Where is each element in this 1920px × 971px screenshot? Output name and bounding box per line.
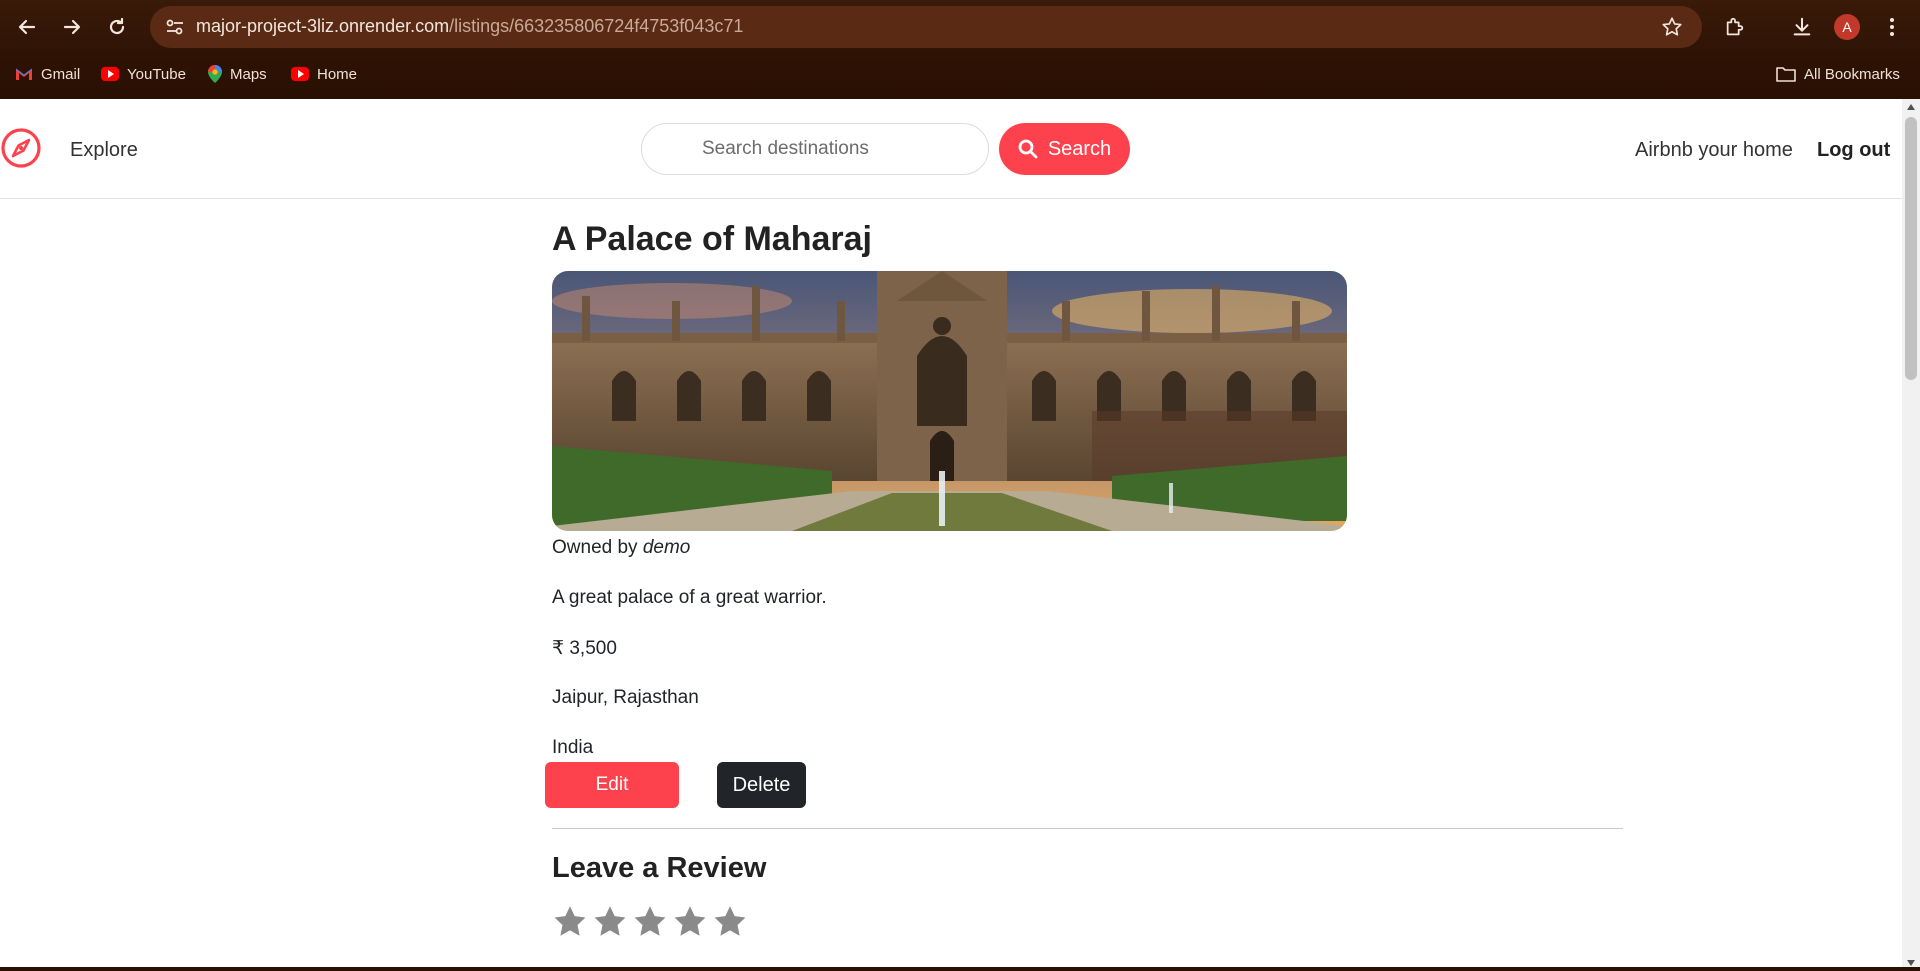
search-button[interactable]: Search bbox=[999, 123, 1130, 175]
listing-image bbox=[552, 271, 1347, 531]
forward-button[interactable] bbox=[56, 11, 88, 43]
rating-star-1[interactable] bbox=[552, 904, 588, 940]
caret-down-icon bbox=[1907, 960, 1915, 966]
star-outline-icon bbox=[1662, 17, 1682, 36]
bookmark-youtube[interactable]: YouTube bbox=[101, 61, 186, 87]
all-bookmarks-label: All Bookmarks bbox=[1804, 65, 1900, 83]
site-navbar: Explore Search Airbnb your home Log out bbox=[0, 99, 1902, 199]
logout-link[interactable]: Log out bbox=[1817, 139, 1890, 162]
review-heading: Leave a Review bbox=[552, 852, 767, 884]
compass-icon bbox=[1, 128, 41, 168]
listing-price: ₹ 3,500 bbox=[552, 638, 617, 659]
gmail-icon bbox=[15, 68, 33, 80]
bookmark-star-button[interactable] bbox=[1656, 11, 1688, 43]
download-icon bbox=[1793, 17, 1811, 36]
listing-country: India bbox=[552, 737, 594, 758]
bookmarks-bar: Gmail YouTube Maps Home All Bookmarks bbox=[0, 61, 1920, 87]
owner-line: Owned by demo bbox=[552, 537, 690, 559]
bookmark-maps[interactable]: Maps bbox=[208, 61, 267, 87]
page-scrollbar[interactable] bbox=[1902, 99, 1920, 971]
search-destinations-input[interactable] bbox=[641, 123, 989, 175]
reload-button[interactable] bbox=[101, 11, 133, 43]
url-path: /listings/663235806724f4753f043c71 bbox=[449, 16, 744, 36]
back-arrow-icon bbox=[18, 19, 36, 35]
puzzle-icon bbox=[1726, 17, 1744, 36]
bookmark-gmail[interactable]: Gmail bbox=[15, 61, 80, 87]
back-button[interactable] bbox=[11, 11, 43, 43]
youtube-icon bbox=[101, 67, 119, 81]
delete-button[interactable]: Delete bbox=[717, 762, 806, 808]
extensions-button[interactable] bbox=[1719, 11, 1751, 43]
caret-up-icon bbox=[1907, 104, 1915, 110]
forward-arrow-icon bbox=[63, 19, 81, 35]
scrollbar-thumb[interactable] bbox=[1905, 117, 1917, 380]
profile-avatar[interactable]: A bbox=[1834, 14, 1860, 40]
section-divider bbox=[552, 828, 1623, 829]
folder-icon bbox=[1776, 67, 1796, 82]
bookmark-label: Home bbox=[317, 65, 358, 83]
youtube-icon bbox=[291, 67, 309, 81]
listing-title: A Palace of Maharaj bbox=[552, 220, 872, 258]
rating-star-2[interactable] bbox=[592, 904, 628, 940]
kebab-menu-icon bbox=[1890, 18, 1894, 36]
nav-explore-link[interactable]: Explore bbox=[70, 139, 138, 162]
owned-by-prefix: Owned by bbox=[552, 537, 638, 558]
reload-icon bbox=[109, 17, 125, 35]
bookmark-label: Gmail bbox=[41, 65, 81, 83]
url-host: major-project-3liz.onrender.com bbox=[196, 16, 450, 36]
brand-logo-link[interactable] bbox=[0, 127, 42, 169]
bookmark-label: Maps bbox=[230, 65, 267, 83]
search-icon bbox=[1018, 139, 1038, 159]
rating-star-3[interactable] bbox=[632, 904, 668, 940]
scroll-up-arrow[interactable] bbox=[1906, 102, 1916, 112]
window-bottom-edge bbox=[0, 967, 1920, 971]
star-rating-input[interactable] bbox=[552, 904, 748, 940]
site-info-button[interactable] bbox=[160, 13, 190, 41]
search-button-label: Search bbox=[1047, 137, 1112, 160]
page-content: Explore Search Airbnb your home Log out … bbox=[0, 99, 1902, 971]
url-text[interactable]: major-project-3liz.onrender.com/listings… bbox=[196, 16, 743, 37]
rating-star-4[interactable] bbox=[672, 904, 708, 940]
listing-location: Jaipur, Rajasthan bbox=[552, 687, 699, 708]
bookmark-home[interactable]: Home bbox=[291, 61, 357, 87]
maps-icon bbox=[208, 65, 222, 83]
edit-button[interactable]: Edit bbox=[545, 762, 679, 808]
browser-chrome: major-project-3liz.onrender.com/listings… bbox=[0, 0, 1920, 99]
tune-icon bbox=[166, 19, 183, 35]
rating-star-5[interactable] bbox=[712, 904, 748, 940]
bookmark-label: YouTube bbox=[127, 65, 186, 83]
all-bookmarks-button[interactable]: All Bookmarks bbox=[1776, 61, 1900, 87]
airbnb-your-home-link[interactable]: Airbnb your home bbox=[1635, 139, 1793, 162]
owner-name: demo bbox=[642, 537, 691, 558]
downloads-button[interactable] bbox=[1786, 11, 1818, 43]
menu-button[interactable] bbox=[1876, 11, 1908, 43]
listing-description: A great palace of a great warrior. bbox=[552, 587, 827, 608]
